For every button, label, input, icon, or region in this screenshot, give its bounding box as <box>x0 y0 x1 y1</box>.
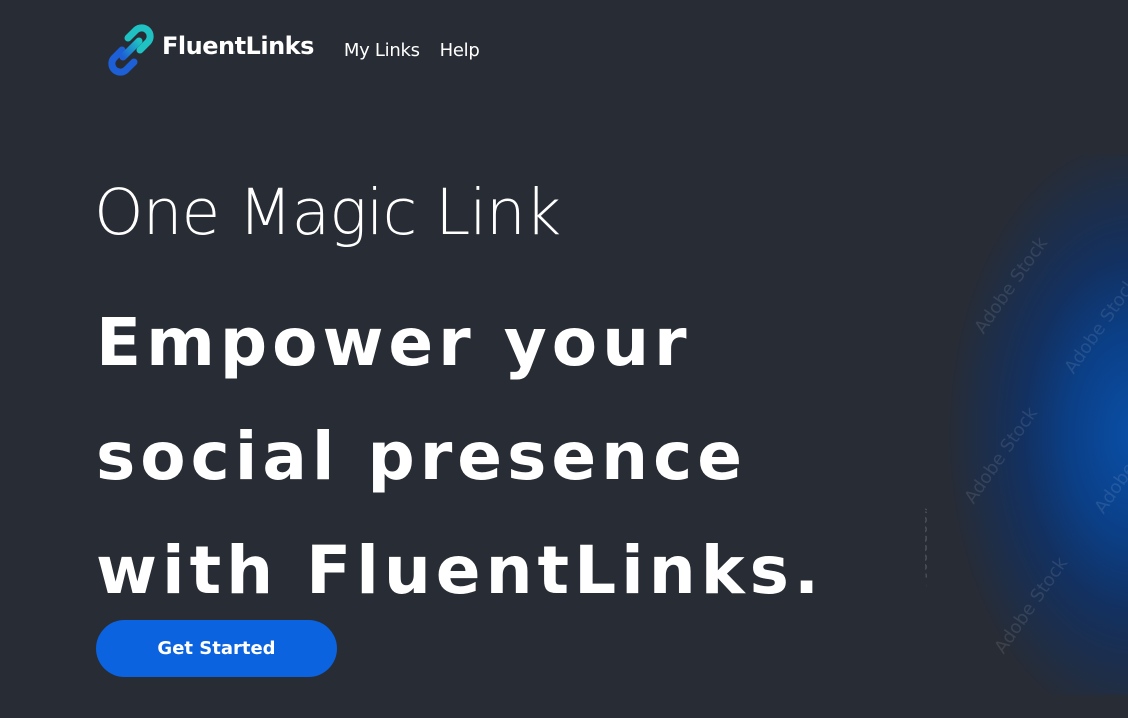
watermark-text: Adobe Stock <box>970 233 1053 338</box>
watermark-text: Adobe Stock <box>960 403 1043 508</box>
nav-link-help[interactable]: Help <box>440 40 480 61</box>
watermark-text: Adobe Stock <box>1090 413 1128 518</box>
hero-title: Empower your social presence with Fluent… <box>96 286 824 628</box>
landing-page: Adobe Stock Adobe Stock Adobe Stock Adob… <box>0 0 1128 718</box>
site-header: FluentLinks My Links Help <box>106 24 480 76</box>
hero-decorative-image: Adobe Stock Adobe Stock Adobe Stock Adob… <box>925 155 1128 695</box>
hero-title-line: Empower your <box>96 304 692 381</box>
hero-title-line: with FluentLinks. <box>96 532 825 609</box>
main-nav: My Links Help <box>344 40 480 61</box>
watermark-text: Adobe Stock <box>990 553 1073 658</box>
logo-link[interactable]: FluentLinks <box>106 24 314 76</box>
get-started-button[interactable]: Get Started <box>96 620 337 677</box>
stock-id-text: #99328016 <box>925 505 929 591</box>
nav-link-my-links[interactable]: My Links <box>344 40 420 61</box>
hero-title-line: social presence <box>96 418 747 495</box>
chain-link-icon <box>108 24 154 76</box>
watermark-text: Adobe Stock <box>1060 273 1128 378</box>
hero-subtitle: One Magic Link <box>94 176 561 249</box>
brand-name: FluentLinks <box>162 32 314 60</box>
